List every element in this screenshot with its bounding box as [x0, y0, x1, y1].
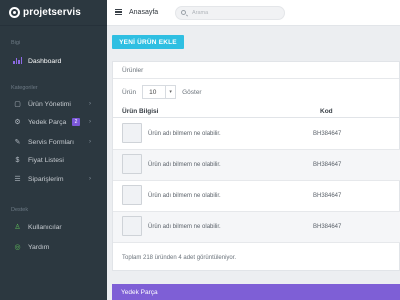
sidebar-section-categories: Kategoriler [11, 85, 38, 91]
table-header: Ürün Bilgisi Kod [113, 106, 400, 118]
sidebar-item-label: Yardım [28, 243, 50, 251]
table-row[interactable]: Ürün adı bilmem ne olabilir. BH384647 [113, 119, 400, 150]
card-title: Ürünler [113, 62, 399, 79]
page-size-prefix: Ürün [122, 88, 137, 96]
sidebar-item-dashboard[interactable]: Dashboard [0, 54, 107, 68]
chevron-right-icon: › [89, 101, 91, 107]
count-badge: 2 [72, 118, 80, 126]
sidebar-item-label: Yedek Parça [28, 118, 67, 126]
sidebar-item-label: Fiyat Listesi [28, 156, 64, 164]
product-thumbnail [122, 185, 142, 205]
sidebar-item-label: Ürün Yönetimi [28, 100, 71, 108]
product-thumbnail [122, 123, 142, 143]
top-bar: Anasayfa [107, 0, 400, 26]
sidebar-item-label: Dashboard [28, 57, 62, 65]
search-input[interactable] [192, 7, 282, 19]
table-summary: Toplam 218 üründen 4 adet görüntüleniyor… [122, 255, 237, 261]
chevron-right-icon: › [89, 139, 91, 145]
box-icon: ▢ [14, 101, 21, 108]
spare-parts-panel-header[interactable]: Yedek Parça [112, 284, 400, 300]
sidebar-item-kullanicilar[interactable]: ♙ Kullanıcılar [0, 220, 107, 234]
table-row[interactable]: Ürün adı bilmem ne olabilir. BH384647 [113, 150, 400, 181]
product-name: Ürün adı bilmem ne olabilir. [148, 162, 221, 168]
table-row[interactable]: Ürün adı bilmem ne olabilir. BH384647 [113, 212, 400, 243]
sidebar-item-fiyat-listesi[interactable]: $ Fiyat Listesi [0, 153, 107, 167]
chevron-right-icon: › [89, 119, 91, 125]
sidebar-item-label: Servis Formları [28, 138, 75, 146]
product-code: BH384647 [313, 193, 342, 199]
product-name: Ürün adı bilmem ne olabilir. [148, 131, 221, 137]
search-box[interactable] [175, 6, 285, 20]
product-thumbnail [122, 216, 142, 236]
table-row[interactable]: Ürün adı bilmem ne olabilir. BH384647 [113, 181, 400, 212]
menu-icon[interactable] [115, 9, 122, 15]
bar-chart-icon [13, 56, 22, 66]
product-thumbnail [122, 154, 142, 174]
user-icon: ♙ [14, 224, 21, 231]
sidebar-item-servis-formlari[interactable]: ✎ Servis Formları › [0, 135, 107, 149]
sidebar-section-other: Destek [11, 207, 29, 213]
brand[interactable]: projetservis [0, 0, 107, 26]
sidebar-item-siparislerim[interactable]: ☰ Siparişlerim › [0, 172, 107, 186]
page-size-control: Ürün 10 ▾ Göster [122, 85, 202, 99]
page-size-select[interactable]: 10 ▾ [142, 85, 177, 99]
pencil-icon: ✎ [14, 139, 21, 146]
products-card: Ürünler Ürün 10 ▾ Göster Ürün Bilgisi Ko… [112, 61, 400, 271]
sidebar-item-yardim[interactable]: ◎ Yardım [0, 240, 107, 254]
page-title: Anasayfa [129, 9, 159, 16]
chevron-down-icon: ▾ [165, 86, 175, 98]
product-name: Ürün adı bilmem ne olabilir. [148, 224, 221, 230]
money-icon: $ [15, 156, 20, 164]
column-header-code[interactable]: Kod [320, 108, 333, 115]
product-code: BH384647 [313, 162, 342, 168]
help-icon: ◎ [14, 244, 21, 251]
sidebar-item-yedek-parca[interactable]: ⚙ Yedek Parça 2 › [0, 115, 107, 129]
sidebar-item-label: Siparişlerim [28, 175, 64, 183]
chevron-right-icon: › [89, 176, 91, 182]
sidebar-item-label: Kullanıcılar [28, 223, 62, 231]
brand-name: projetservis [23, 7, 81, 18]
column-header-info[interactable]: Ürün Bilgisi [122, 108, 158, 115]
sidebar: projetservis Bigi Dashboard Kategoriler … [0, 0, 107, 300]
gears-icon: ⚙ [14, 119, 21, 126]
search-icon [181, 10, 186, 15]
sidebar-item-urun-yonetimi[interactable]: ▢ Ürün Yönetimi › [0, 97, 107, 111]
page-size-suffix: Göster [182, 88, 202, 96]
product-code: BH384647 [313, 224, 342, 230]
page-size-value: 10 [149, 88, 157, 96]
logo-icon [9, 7, 20, 18]
product-name: Ürün adı bilmem ne olabilir. [148, 193, 221, 199]
add-product-button[interactable]: YENİ ÜRÜN EKLE [112, 35, 184, 49]
sidebar-section-main: Bigi [11, 40, 21, 46]
cart-icon: ☰ [14, 176, 21, 183]
product-code: BH384647 [313, 131, 342, 137]
